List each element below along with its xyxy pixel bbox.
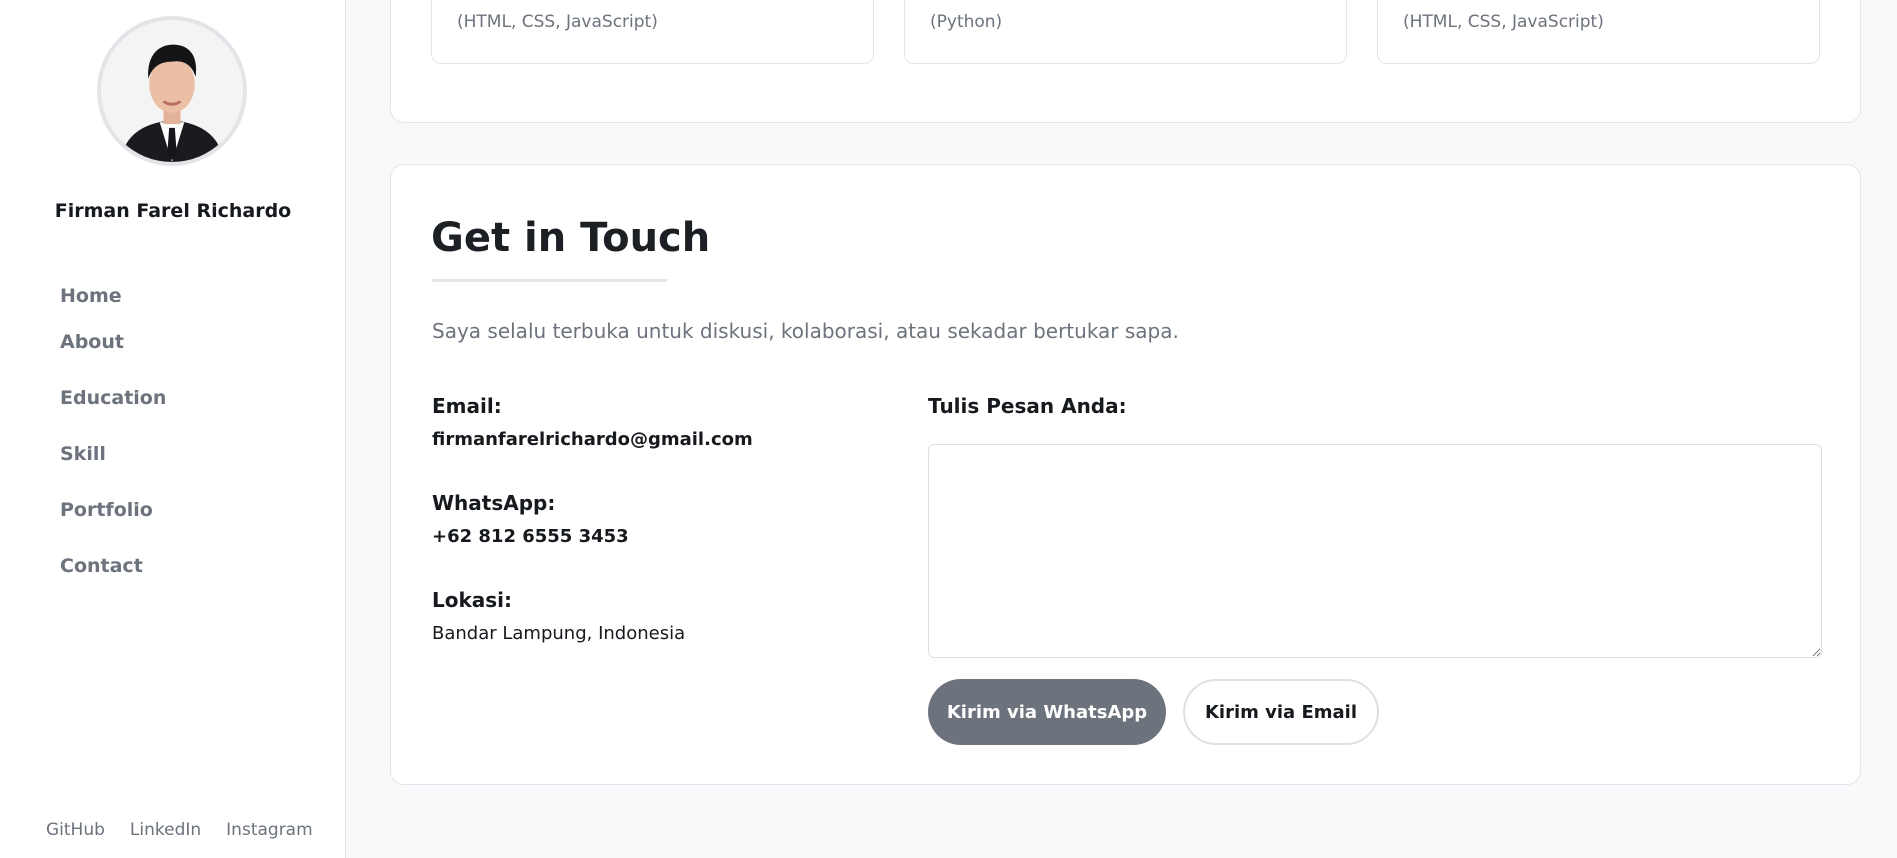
contact-subtitle: Saya selalu terbuka untuk diskusi, kolab…: [432, 319, 1179, 343]
project-tech: (HTML, CSS, JavaScript): [457, 12, 658, 32]
nav-item-skill[interactable]: Skill: [60, 426, 166, 482]
title-divider: [432, 279, 667, 282]
github-link[interactable]: GitHub: [46, 820, 105, 840]
contact-section: Get in Touch Saya selalu terbuka untuk d…: [390, 164, 1861, 785]
whatsapp-label: WhatsApp:: [432, 491, 556, 515]
nav-item-home[interactable]: Home: [60, 278, 166, 314]
nav-item-portfolio[interactable]: Portfolio: [60, 482, 166, 538]
portfolio-section: (HTML, CSS, JavaScript) (Python) (HTML, …: [390, 0, 1861, 123]
linkedin-link[interactable]: LinkedIn: [130, 820, 201, 840]
email-label: Email:: [432, 394, 502, 418]
project-card[interactable]: (Python): [904, 0, 1347, 64]
location-label: Lokasi:: [432, 588, 513, 612]
send-email-button[interactable]: Kirim via Email: [1183, 679, 1379, 745]
message-textarea[interactable]: [928, 444, 1822, 658]
nav-item-contact[interactable]: Contact: [60, 538, 166, 594]
profile-name: Firman Farel Richardo: [54, 200, 292, 222]
message-label: Tulis Pesan Anda:: [928, 394, 1127, 418]
project-card[interactable]: (HTML, CSS, JavaScript): [431, 0, 874, 64]
email-value: firmanfarelrichardo@gmail.com: [432, 429, 753, 450]
send-whatsapp-button[interactable]: Kirim via WhatsApp: [928, 679, 1166, 745]
project-card[interactable]: (HTML, CSS, JavaScript): [1377, 0, 1820, 64]
contact-title: Get in Touch: [431, 215, 711, 261]
sidebar-nav: Home About Education Skill Portfolio Con…: [60, 278, 166, 594]
project-tech: (Python): [930, 12, 1003, 32]
instagram-link[interactable]: Instagram: [226, 820, 313, 840]
profile-avatar: [97, 16, 247, 166]
profile-photo-icon: [101, 20, 243, 162]
sidebar: Firman Farel Richardo Home About Educati…: [0, 0, 346, 858]
project-tech: (HTML, CSS, JavaScript): [1403, 12, 1604, 32]
location-value: Bandar Lampung, Indonesia: [432, 623, 686, 644]
nav-item-about[interactable]: About: [60, 314, 166, 370]
social-links: GitHub LinkedIn Instagram: [46, 820, 313, 840]
nav-item-education[interactable]: Education: [60, 370, 166, 426]
whatsapp-value: +62 812 6555 3453: [432, 526, 629, 547]
